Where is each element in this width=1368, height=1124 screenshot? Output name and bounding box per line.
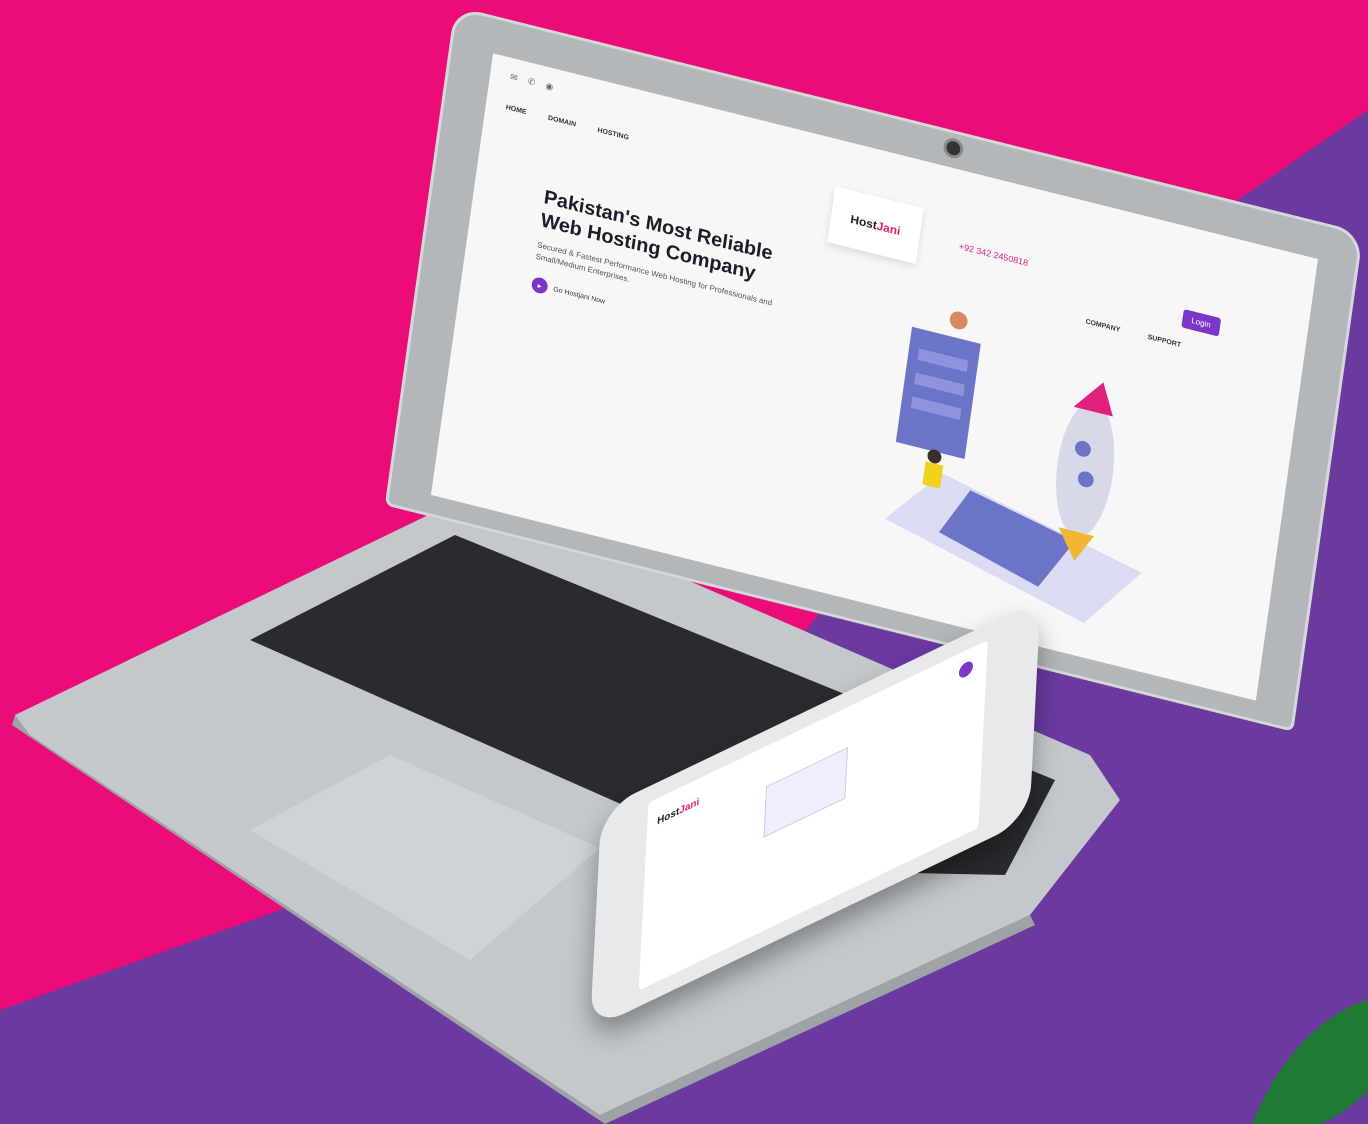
webcam [942,136,965,161]
login-button[interactable]: Login [1181,309,1221,337]
phone-menu-button[interactable] [958,659,974,681]
nav-home[interactable]: HOME [505,104,527,116]
person-body [922,461,944,489]
scene: ✉ ✆ ◉ HOME DOMAIN HOSTING Host Jani +92 3… [0,0,1368,1124]
phone-logo[interactable]: HostJani [657,796,700,828]
cta-link[interactable]: ▸ Go Hostjani Now [530,275,606,310]
phone-illustration [763,747,848,838]
server-rack-illustration [895,326,981,460]
person-head [949,311,968,330]
cta-label: Go Hostjani Now [552,285,606,306]
phone-logo-main: Host [656,805,680,828]
main-nav: HOME DOMAIN HOSTING [505,104,629,141]
logo[interactable]: Host Jani [827,186,924,265]
nav-hosting[interactable]: HOSTING [597,127,629,142]
play-icon: ▸ [530,275,549,296]
phone-logo-accent: Jani [679,796,700,818]
nav-domain[interactable]: DOMAIN [548,115,577,129]
logo-accent: Jani [875,218,902,239]
phone-number[interactable]: +92 342 2450818 [958,241,1028,268]
topbar-icons: ✉ ✆ ◉ [509,71,558,93]
rocket-illustration [1056,401,1115,537]
logo-main: Host [849,212,878,233]
